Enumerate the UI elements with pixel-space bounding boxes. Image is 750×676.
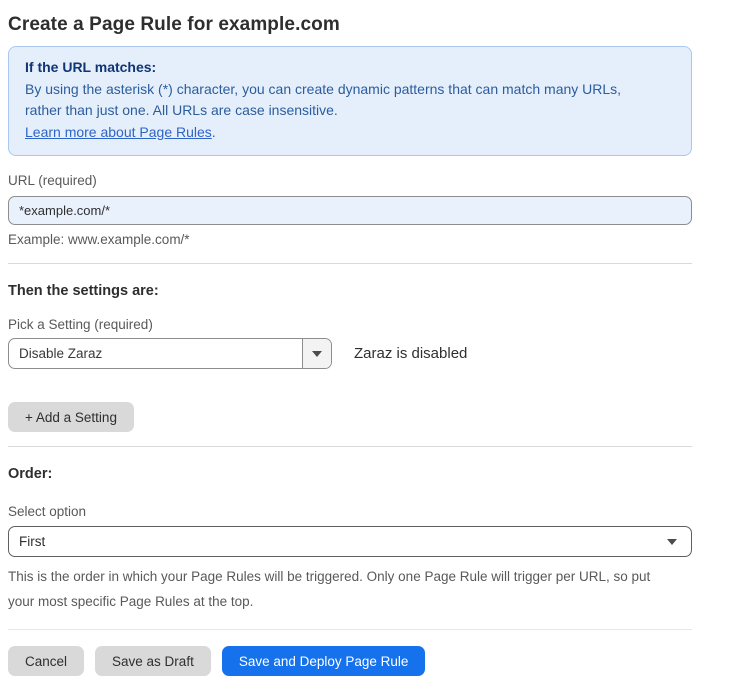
info-box-body: By using the asterisk (*) character, you… <box>25 79 655 122</box>
url-input[interactable] <box>8 196 692 225</box>
setting-select-arrow-button[interactable] <box>302 339 331 368</box>
learn-more-link[interactable]: Learn more about Page Rules <box>25 124 212 140</box>
cancel-button[interactable]: Cancel <box>8 646 84 676</box>
caret-down-icon <box>312 351 322 357</box>
caret-down-icon <box>667 539 677 545</box>
page-title: Create a Page Rule for example.com <box>8 12 692 38</box>
add-setting-button[interactable]: + Add a Setting <box>8 402 134 432</box>
setting-status-note: Zaraz is disabled <box>354 345 467 362</box>
url-field-label: URL (required) <box>8 173 692 189</box>
page-rule-form: Create a Page Rule for example.com If th… <box>0 0 692 676</box>
setting-picker-row: Disable Zaraz Zaraz is disabled <box>8 338 692 369</box>
order-select-label: Select option <box>8 504 692 520</box>
link-suffix: . <box>212 124 216 140</box>
setting-picker-label: Pick a Setting (required) <box>8 317 692 333</box>
divider <box>8 629 692 630</box>
setting-select-value: Disable Zaraz <box>9 339 302 368</box>
order-select-value: First <box>19 534 45 549</box>
save-and-deploy-button[interactable]: Save and Deploy Page Rule <box>222 646 426 676</box>
info-box-heading: If the URL matches: <box>25 57 675 79</box>
save-as-draft-button[interactable]: Save as Draft <box>95 646 211 676</box>
url-match-info-box: If the URL matches: By using the asteris… <box>8 46 692 156</box>
setting-select[interactable]: Disable Zaraz <box>8 338 332 369</box>
settings-section-heading: Then the settings are: <box>8 283 692 300</box>
order-section-heading: Order: <box>8 466 692 483</box>
order-helper-text: This is the order in which your Page Rul… <box>8 564 678 614</box>
order-select[interactable]: First <box>8 526 692 557</box>
info-box-link-line: Learn more about Page Rules. <box>25 122 675 144</box>
divider <box>8 263 692 264</box>
divider <box>8 446 692 447</box>
form-actions: Cancel Save as Draft Save and Deploy Pag… <box>8 646 692 676</box>
url-example-helper: Example: www.example.com/* <box>8 232 692 248</box>
